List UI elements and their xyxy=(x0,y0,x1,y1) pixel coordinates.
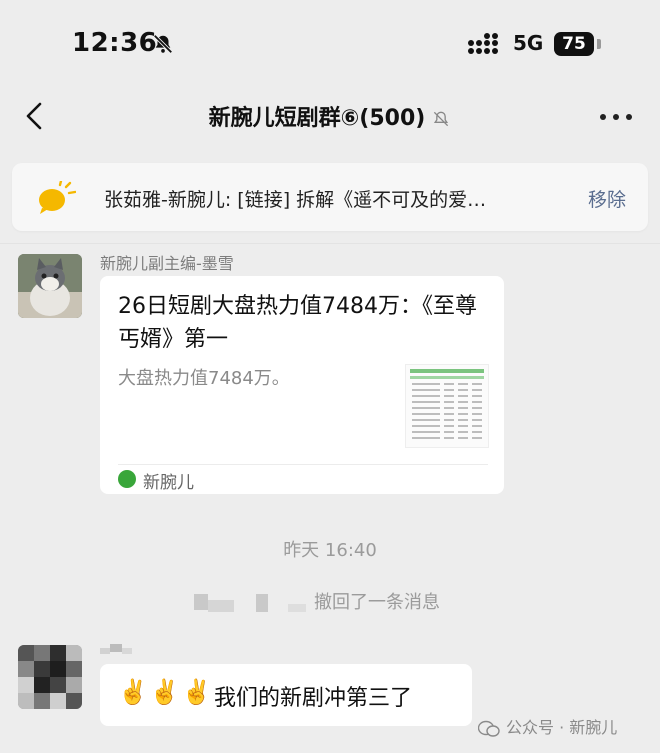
card-source: 新腕儿 xyxy=(143,473,194,493)
victory-hand-emoji: ✌️✌️✌️ xyxy=(118,678,214,706)
message-text: 我们的新剧冲第三了 xyxy=(214,686,413,711)
chat-title-text: 新腕儿短剧群⑥(500) xyxy=(208,106,426,131)
pixelated-avatar-image xyxy=(18,645,82,709)
bulb-icon xyxy=(39,181,76,214)
link-card[interactable]: 26日短剧大盘热力值7484万：《至尊丐婿》第一 大盘热力值7484万。 新腕儿 xyxy=(100,276,504,494)
blurred-name xyxy=(208,600,234,612)
remove-button[interactable]: 移除 xyxy=(588,185,626,212)
source-icon xyxy=(118,470,136,488)
network-label: 5G xyxy=(513,31,544,55)
cat-avatar-image xyxy=(18,254,82,318)
more-icon xyxy=(600,114,606,120)
recall-text: 撤回了一条消息 xyxy=(314,592,440,613)
card-separator xyxy=(118,464,488,465)
nav-bar: 新腕儿短剧群⑥(500) xyxy=(0,88,660,148)
blurred-name xyxy=(256,594,268,612)
timestamp: 昨天 16:40 xyxy=(283,540,377,561)
more-icon-dot xyxy=(613,114,619,120)
blurred-name xyxy=(288,604,306,612)
status-bar: 12:36 5G 75 xyxy=(0,0,660,90)
mute-icon xyxy=(434,111,449,127)
blurred-sender-name xyxy=(100,644,132,654)
battery-indicator: 75 xyxy=(554,32,594,56)
blurred-name xyxy=(194,594,208,610)
wechat-icon xyxy=(478,720,500,737)
more-icon-dot xyxy=(626,114,632,120)
message-bubble[interactable]: ✌️✌️✌️ 我们的新剧冲第三了 xyxy=(100,664,472,726)
sender-name: 新腕儿副主编-墨雪 xyxy=(100,254,234,273)
pinned-notice-text: 张茹雅-新腕儿: [链接] 拆解《遥不可及的爱… xyxy=(104,189,487,211)
chat-title: 新腕儿短剧群⑥(500) xyxy=(0,100,660,132)
pinned-notice[interactable]: 张茹雅-新腕儿: [链接] 拆解《遥不可及的爱… 移除 xyxy=(12,163,648,231)
signal-icon xyxy=(468,33,498,54)
more-button[interactable] xyxy=(600,114,634,124)
avatar[interactable] xyxy=(18,645,82,709)
card-title: 26日短剧大盘热力值7484万：《至尊丐婿》第一 xyxy=(118,294,477,352)
avatar[interactable] xyxy=(18,254,82,318)
watermark: 公众号 · 新腕儿 xyxy=(478,714,617,738)
watermark-text: 公众号 · 新腕儿 xyxy=(506,718,618,737)
bell-off-icon xyxy=(153,34,173,54)
card-thumbnail xyxy=(405,364,489,448)
battery-tip xyxy=(597,39,601,49)
divider xyxy=(0,243,660,244)
status-time: 12:36 xyxy=(72,28,158,58)
card-description: 大盘热力值7484万。 xyxy=(118,368,290,389)
